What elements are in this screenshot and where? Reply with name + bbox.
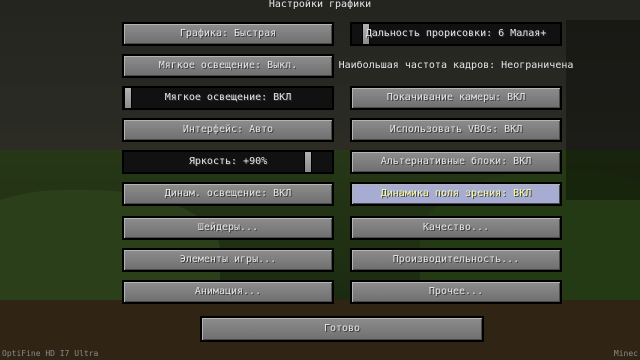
details-button[interactable]: Элементы игры... xyxy=(122,248,334,272)
smooth-lighting-level-label: Мягкое освещение: ВКЛ xyxy=(164,92,292,103)
done-label: Готово xyxy=(323,323,361,334)
use-vbos-button[interactable]: Использовать VBOs: ВКЛ xyxy=(350,118,562,142)
smooth-lighting-level-slider[interactable]: Мягкое освещение: ВКЛ xyxy=(122,86,334,110)
brightness-label: Яркость: +90% xyxy=(188,156,268,167)
details-label: Элементы игры... xyxy=(179,254,277,265)
performance-label: Производительность... xyxy=(392,254,520,265)
slider-knob[interactable] xyxy=(304,152,312,172)
done-button[interactable]: Готово xyxy=(200,316,484,342)
minecraft-version-text: Minec xyxy=(613,349,638,358)
other-button[interactable]: Прочее... xyxy=(350,280,562,304)
alternate-blocks-label: Альтернативные блоки: ВКЛ xyxy=(380,156,532,167)
brightness-slider[interactable]: Яркость: +90% xyxy=(122,150,334,174)
graphics-mode-button[interactable]: Графика: Быстрая xyxy=(122,22,334,46)
optifine-version-text: OptiFine HD I7 Ultra xyxy=(2,349,99,358)
smooth-lighting-toggle-label: Мягкое освещение: Выкл. xyxy=(158,60,298,71)
quality-button[interactable]: Качество... xyxy=(350,216,562,240)
animations-label: Анимация... xyxy=(194,286,262,297)
screen-title: Настройки графики xyxy=(268,0,372,10)
quality-label: Качество... xyxy=(422,222,490,233)
max-fps-slider[interactable]: Наибольшая частота кадров: Неограничена xyxy=(338,54,574,78)
dynamic-lights-label: Динам. освещение: ВКЛ xyxy=(164,188,292,199)
animations-button[interactable]: Анимация... xyxy=(122,280,334,304)
alternate-blocks-button[interactable]: Альтернативные блоки: ВКЛ xyxy=(350,150,562,174)
dynamic-lights-button[interactable]: Динам. освещение: ВКЛ xyxy=(122,182,334,206)
dynamic-fov-label: Динамика поля зрения: ВКЛ xyxy=(380,188,532,199)
gui-scale-button[interactable]: Интерфейс: Авто xyxy=(122,118,334,142)
graphics-mode-label: Графика: Быстрая xyxy=(179,28,277,39)
shaders-button[interactable]: Шейдеры... xyxy=(122,216,334,240)
gui-scale-label: Интерфейс: Авто xyxy=(182,124,274,135)
other-label: Прочее... xyxy=(428,286,484,297)
render-distance-label: Дальность прорисовки: 6 Малая+ xyxy=(365,28,547,39)
dynamic-fov-button[interactable]: Динамика поля зрения: ВКЛ xyxy=(350,182,562,206)
slider-knob[interactable] xyxy=(124,88,132,108)
render-distance-slider[interactable]: Дальность прорисовки: 6 Малая+ xyxy=(350,22,562,46)
use-vbos-label: Использовать VBOs: ВКЛ xyxy=(389,124,523,135)
max-fps-label: Наибольшая частота кадров: Неограничена xyxy=(338,60,574,71)
view-bobbing-label: Покачивание камеры: ВКЛ xyxy=(386,92,526,103)
smooth-lighting-toggle-button[interactable]: Мягкое освещение: Выкл. xyxy=(122,54,334,78)
view-bobbing-button[interactable]: Покачивание камеры: ВКЛ xyxy=(350,86,562,110)
shaders-label: Шейдеры... xyxy=(197,222,259,233)
performance-button[interactable]: Производительность... xyxy=(350,248,562,272)
